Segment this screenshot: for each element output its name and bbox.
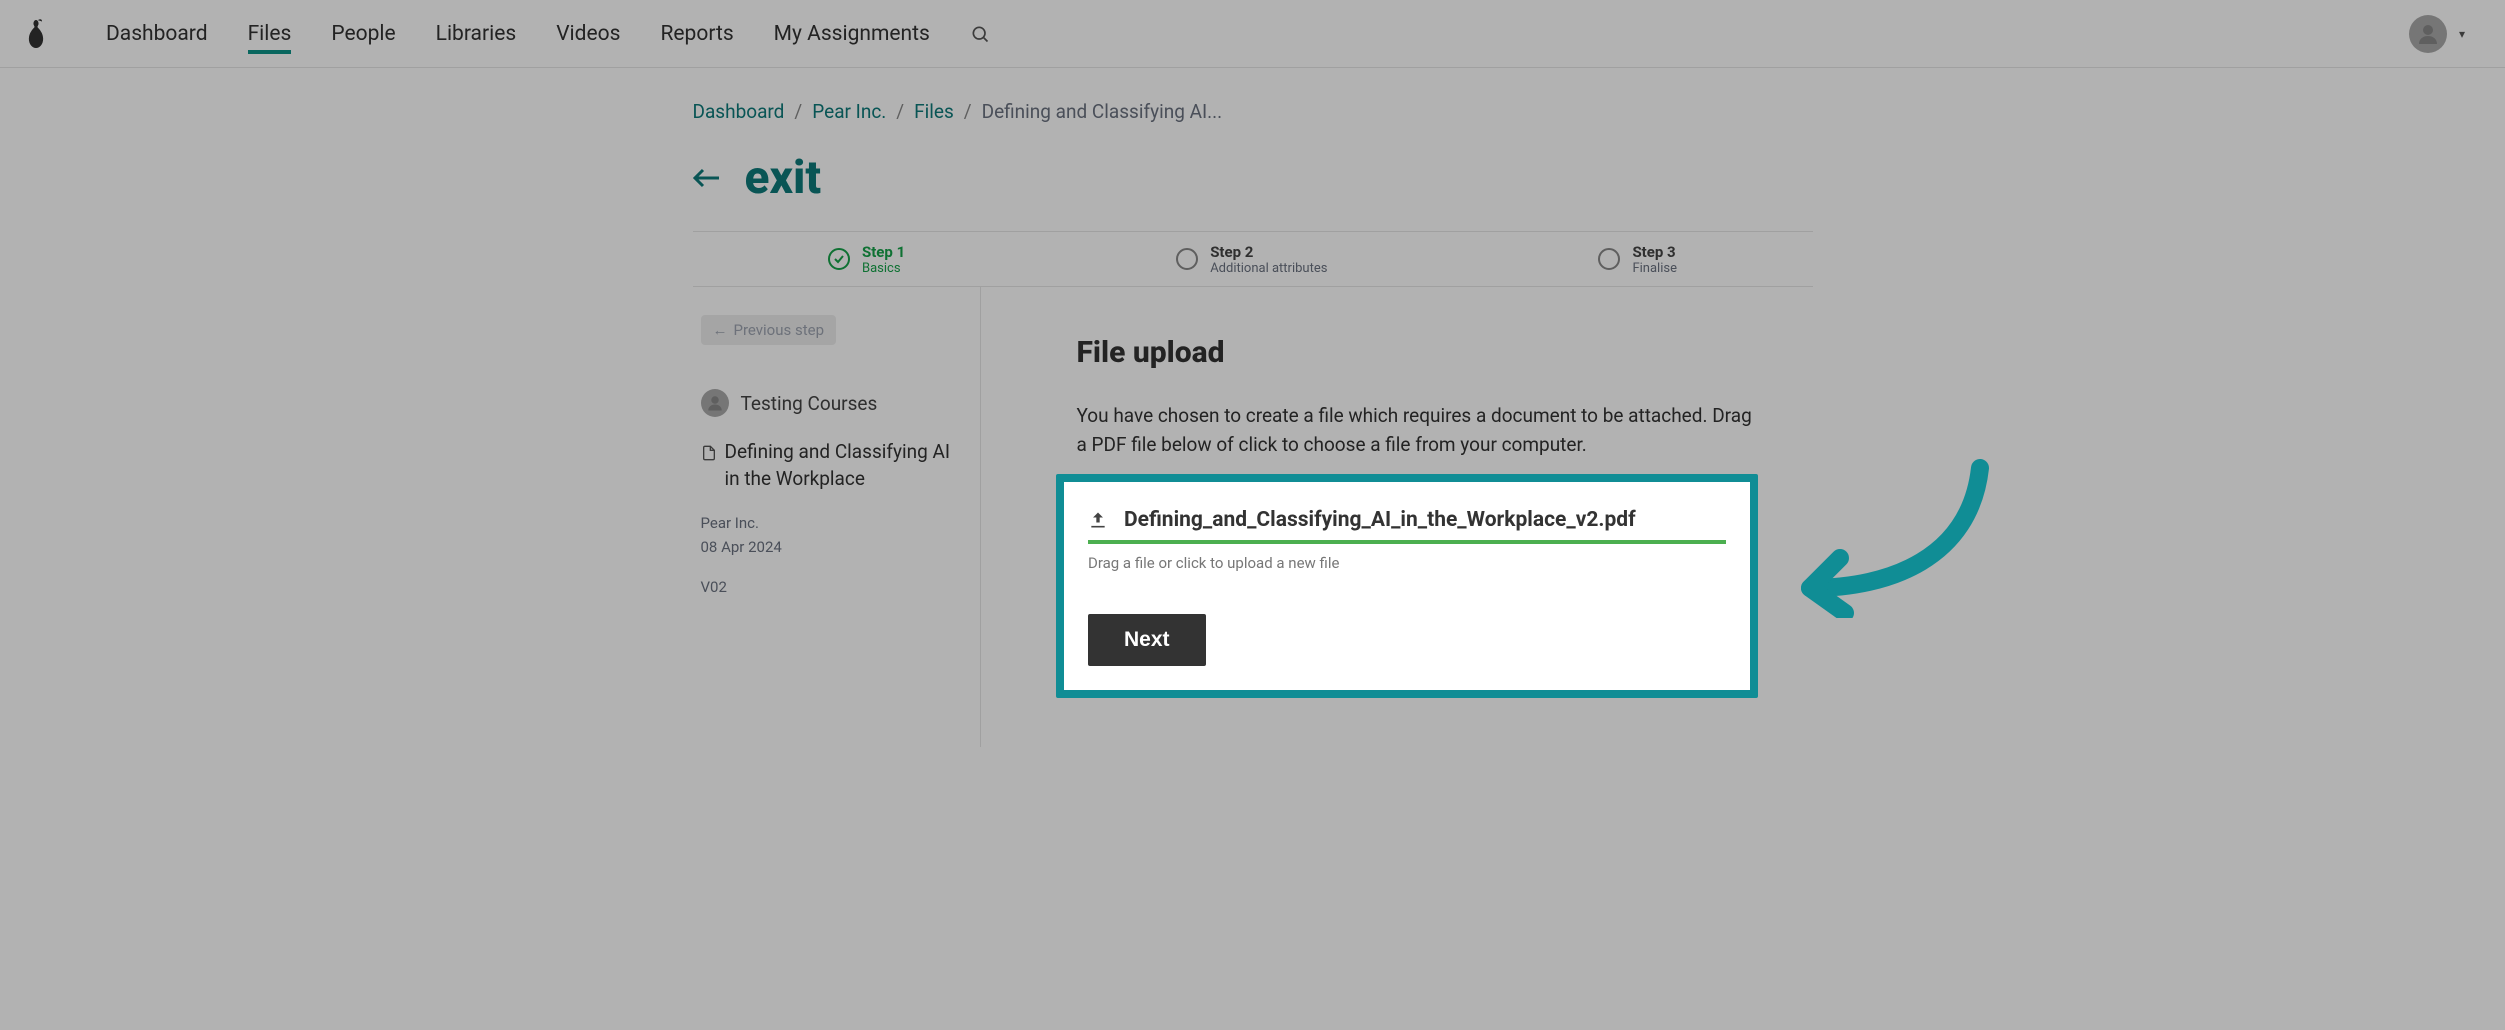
exit-button[interactable]: exit: [693, 151, 1813, 205]
exit-label: exit: [745, 151, 822, 205]
crumb-org[interactable]: Pear Inc.: [812, 100, 886, 123]
nav-reports[interactable]: Reports: [640, 0, 753, 68]
step-text: Step 1 Basics: [862, 243, 905, 276]
crumb-sep: /: [794, 100, 802, 123]
pear-logo-icon: [22, 18, 50, 50]
back-arrow-icon: [693, 168, 721, 188]
nav-label: Videos: [556, 22, 620, 46]
author-row: Testing Courses: [701, 389, 960, 417]
top-nav: Dashboard Files People Libraries Videos …: [0, 0, 2505, 68]
author-name: Testing Courses: [741, 392, 878, 415]
step-sub: Additional attributes: [1210, 261, 1327, 276]
nav-label: Dashboard: [106, 22, 208, 46]
user-menu[interactable]: ▾: [2409, 15, 2465, 53]
meta-org: Pear Inc.: [701, 514, 960, 532]
step-circle-icon: [1598, 248, 1620, 270]
prev-step-label: Previous step: [734, 321, 825, 339]
chevron-down-icon: ▾: [2459, 27, 2465, 41]
crumb-sep: /: [896, 100, 904, 123]
step-done-icon: [828, 248, 850, 270]
step-1[interactable]: Step 1 Basics: [828, 243, 905, 276]
nav-videos[interactable]: Videos: [536, 0, 640, 68]
sidebar: ← Previous step Testing Courses Defining…: [693, 287, 981, 747]
step-title: Step 1: [862, 243, 905, 261]
search-icon[interactable]: [970, 24, 990, 44]
step-sub: Basics: [862, 261, 905, 276]
upload-progress-bar: [1088, 540, 1726, 544]
next-button[interactable]: Next: [1088, 614, 1206, 666]
nav-label: Reports: [660, 22, 733, 46]
step-2[interactable]: Step 2 Additional attributes: [1176, 243, 1327, 276]
drag-hint: Drag a file or click to upload a new fil…: [1088, 554, 1726, 572]
nav-label: Libraries: [436, 22, 517, 46]
crumb-sep: /: [964, 100, 972, 123]
step-circle-icon: [1176, 248, 1198, 270]
nav-people[interactable]: People: [311, 0, 415, 68]
previous-step-button: ← Previous step: [701, 315, 837, 345]
step-sub: Finalise: [1632, 261, 1677, 276]
uploaded-file-row: Defining_and_Classifying_AI_in_the_Workp…: [1088, 508, 1726, 532]
nav-my-assignments[interactable]: My Assignments: [754, 0, 950, 68]
upload-highlight-box: Defining_and_Classifying_AI_in_the_Workp…: [1056, 474, 1758, 698]
nav-label: Files: [248, 22, 292, 46]
upload-icon: [1088, 510, 1108, 530]
crumb-current: Defining and Classifying AI...: [982, 100, 1223, 123]
nav-dashboard[interactable]: Dashboard: [86, 0, 228, 68]
file-title: Defining and Classifying AI in the Workp…: [725, 439, 960, 492]
section-title: File upload: [1077, 335, 1813, 370]
nav-libraries[interactable]: Libraries: [416, 0, 537, 68]
meta-version: V02: [701, 578, 960, 596]
steps-bar: Step 1 Basics Step 2 Additional attribut…: [693, 231, 1813, 287]
step-title: Step 3: [1632, 243, 1677, 261]
next-label: Next: [1124, 628, 1170, 651]
upload-dropzone[interactable]: Defining_and_Classifying_AI_in_the_Workp…: [1064, 482, 1750, 690]
author-avatar-icon: [701, 389, 729, 417]
nav-files[interactable]: Files: [228, 0, 312, 68]
user-avatar-icon: [2409, 15, 2447, 53]
nav-left: Dashboard Files People Libraries Videos …: [16, 0, 990, 68]
crumb-dashboard[interactable]: Dashboard: [693, 100, 785, 123]
step-3[interactable]: Step 3 Finalise: [1598, 243, 1677, 276]
arrow-left-icon: ←: [713, 321, 728, 339]
step-text: Step 3 Finalise: [1632, 243, 1677, 276]
document-icon: [701, 443, 717, 463]
nav-label: People: [331, 22, 395, 46]
breadcrumb: Dashboard / Pear Inc. / Files / Defining…: [693, 100, 1813, 123]
meta-date: 08 Apr 2024: [701, 538, 960, 556]
uploaded-filename: Defining_and_Classifying_AI_in_the_Workp…: [1124, 508, 1636, 532]
section-description: You have chosen to create a file which r…: [1077, 402, 1757, 459]
file-title-row: Defining and Classifying AI in the Workp…: [701, 439, 960, 492]
step-text: Step 2 Additional attributes: [1210, 243, 1327, 276]
step-title: Step 2: [1210, 243, 1327, 261]
crumb-files[interactable]: Files: [914, 100, 954, 123]
nav-label: My Assignments: [774, 22, 930, 46]
